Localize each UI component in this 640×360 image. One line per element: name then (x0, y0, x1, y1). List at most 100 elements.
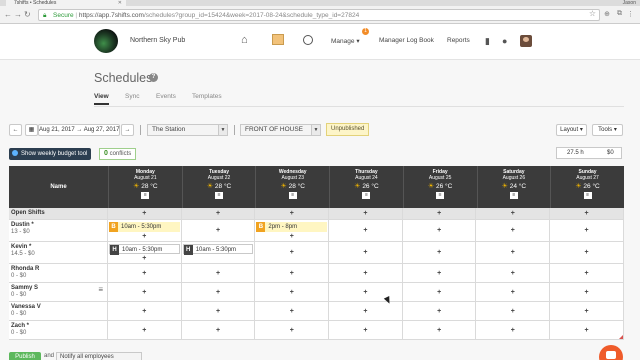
add-shift-icon[interactable]: + (108, 289, 181, 296)
tools-dropdown[interactable]: Tools ▾ (592, 124, 623, 136)
day-notes-icon[interactable]: ≡ (141, 192, 150, 199)
day-header-wednesday[interactable]: Wednesday August 23 ☀ 28 °C ≡ (255, 166, 329, 208)
browser-menu-icon[interactable]: ⋮ (627, 10, 634, 18)
messages-icon[interactable]: ● (502, 34, 507, 48)
name-column-header[interactable]: Name (9, 166, 108, 208)
home-icon[interactable]: ⌂ (241, 33, 248, 47)
add-shift-icon[interactable]: + (255, 289, 328, 296)
add-shift-icon[interactable]: + (329, 249, 402, 256)
schedule-cell[interactable]: + (477, 283, 551, 301)
add-shift-icon[interactable]: + (477, 308, 550, 315)
day-notes-icon[interactable]: ≡ (288, 192, 297, 199)
schedule-cell[interactable]: + (108, 283, 182, 301)
add-shift-icon[interactable]: + (329, 210, 402, 217)
add-shift-icon[interactable]: + (477, 227, 550, 234)
add-shift-icon[interactable]: + (108, 233, 181, 240)
schedule-cell[interactable]: + (255, 302, 330, 320)
add-shift-icon[interactable]: + (550, 227, 623, 234)
schedule-cell[interactable]: + (403, 242, 477, 263)
add-shift-icon[interactable]: + (550, 249, 623, 256)
add-shift-icon[interactable]: + (108, 308, 181, 315)
schedule-cell[interactable]: + (329, 302, 403, 320)
employee-cell[interactable]: Sammy S0 - $0 ≡ (9, 283, 108, 301)
employee-cell[interactable]: Dustin * 13 - $0 (9, 220, 108, 241)
schedule-cell[interactable]: + (329, 208, 403, 219)
location-select[interactable]: The Station ▼ (147, 124, 228, 136)
day-header-monday[interactable]: Monday August 21 ☀ 28 °C ≡ (108, 166, 182, 208)
schedule-cell[interactable]: + (108, 302, 182, 320)
schedule-cell[interactable]: + (477, 208, 551, 219)
add-shift-icon[interactable]: + (182, 308, 255, 315)
schedule-cell[interactable]: + (477, 242, 551, 263)
employee-cell[interactable]: Zach * 0 - $0 (9, 321, 108, 339)
schedule-cell[interactable]: + (329, 242, 403, 263)
add-shift-icon[interactable]: + (182, 210, 255, 217)
add-shift-icon[interactable]: + (108, 210, 181, 217)
budget-tool-button[interactable]: Show weekly budget tool (9, 148, 92, 160)
layout-dropdown[interactable]: Layout ▾ (556, 124, 587, 136)
tab-sync[interactable]: Sync (125, 93, 139, 100)
manage-menu[interactable]: Manage ▾ (331, 37, 360, 45)
day-notes-icon[interactable]: ≡ (436, 192, 445, 199)
add-shift-icon[interactable]: + (403, 270, 476, 277)
announcements-icon[interactable]: ▮ (485, 34, 490, 48)
help-icon[interactable]: ? (149, 73, 158, 82)
day-header-friday[interactable]: Friday August 25 ☀ 26 °C ≡ (402, 166, 477, 208)
business-name[interactable]: Northern Sky Pub (130, 37, 185, 44)
add-shift-icon[interactable]: + (255, 327, 328, 334)
row-menu-icon[interactable]: ≡ (98, 286, 103, 294)
reports-link[interactable]: Reports (447, 37, 470, 44)
tab-templates[interactable]: Templates (192, 93, 222, 100)
shift-block[interactable]: H 10am - 5:30pm (182, 244, 254, 255)
day-header-saturday[interactable]: Saturday August 26 ☀ 24 °C ≡ (476, 166, 551, 208)
schedule-cell[interactable]: + (182, 208, 256, 219)
add-shift-icon[interactable]: + (329, 308, 402, 315)
add-shift-icon[interactable]: + (403, 289, 476, 296)
forward-icon[interactable]: → (14, 10, 22, 20)
schedule-cell[interactable]: B 2pm - 8pm + (255, 220, 330, 241)
schedule-cell[interactable]: + (108, 264, 182, 282)
schedule-cell[interactable]: + (477, 321, 551, 339)
add-shift-icon[interactable]: + (182, 227, 255, 234)
schedule-cell[interactable]: B 10am - 5:30pm + (108, 220, 182, 241)
schedule-cell[interactable]: + (550, 242, 624, 263)
day-header-thursday[interactable]: Thursday August 24 ☀ 26 °C ≡ (329, 166, 403, 208)
schedule-cell[interactable]: + (477, 302, 551, 320)
business-logo[interactable] (94, 29, 118, 53)
day-header-tuesday[interactable]: Tuesday August 22 ☀ 28 °C ≡ (181, 166, 256, 208)
schedule-cell[interactable]: + (182, 264, 256, 282)
add-shift-icon[interactable]: + (403, 308, 476, 315)
employee-cell[interactable]: Rhonda R0 - $0 (9, 264, 108, 282)
reload-icon[interactable]: ↻ (24, 10, 31, 20)
conflicts-indicator[interactable]: 0 conflicts (99, 148, 137, 160)
schedule-cell[interactable]: + (550, 302, 624, 320)
schedule-cell[interactable]: + (108, 208, 182, 219)
schedule-cell[interactable]: + (255, 264, 330, 282)
prev-week-button[interactable]: ← (9, 124, 22, 136)
schedule-cell[interactable]: + (182, 302, 256, 320)
schedule-cell[interactable]: + (550, 264, 624, 282)
add-shift-icon[interactable]: + (550, 270, 623, 277)
add-shift-icon[interactable]: + (550, 327, 623, 334)
notify-select[interactable]: Notify all employees (56, 352, 142, 360)
clock-icon[interactable] (303, 35, 313, 45)
schedule-cell[interactable]: + (403, 302, 477, 320)
shift-block[interactable]: B 2pm - 8pm (256, 222, 328, 232)
add-shift-icon[interactable]: + (329, 227, 402, 234)
schedule-cell[interactable]: + (403, 208, 477, 219)
add-shift-icon[interactable]: + (255, 270, 328, 277)
bookmark-star-icon[interactable]: ☆ (589, 9, 596, 18)
extension-2-icon[interactable]: ⧉ (617, 10, 622, 18)
next-week-button[interactable]: → (121, 124, 134, 136)
add-shift-icon[interactable]: + (329, 289, 402, 296)
schedule-cell[interactable]: + (329, 283, 403, 301)
schedule-cell[interactable]: + (403, 321, 477, 339)
extension-icon[interactable]: ⊕ (604, 10, 610, 18)
add-shift-icon[interactable]: + (550, 289, 623, 296)
employee-cell[interactable]: Open Shifts (9, 208, 108, 219)
calendar-picker-icon[interactable]: ▦ (25, 124, 38, 136)
chat-widget-icon[interactable] (599, 345, 623, 360)
address-bar[interactable]: 🔒︎ Secure | https://app.7shifts.com/sche… (38, 9, 600, 21)
schedule-cell[interactable]: + (255, 283, 330, 301)
schedule-cell[interactable]: H 10am - 5:30pm + (108, 242, 182, 263)
